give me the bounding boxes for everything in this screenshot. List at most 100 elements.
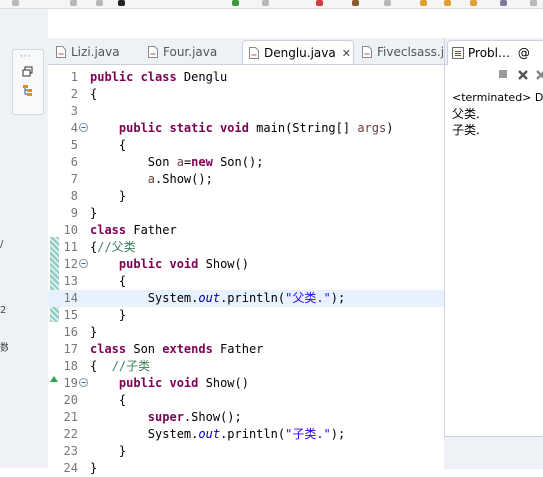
code-line[interactable]: 2{ <box>48 86 444 103</box>
hierarchy-view-icon[interactable] <box>22 84 34 96</box>
console-output-line: 子类. <box>452 123 480 137</box>
close-tab-icon[interactable]: ✕ <box>342 47 351 60</box>
code-line[interactable]: 6 Son a=new Son(); <box>48 154 444 171</box>
code-text: { <box>90 274 127 288</box>
javadoc-icon[interactable]: @ <box>518 46 530 60</box>
tab-lizi-java[interactable]: Lizi.java <box>56 40 142 64</box>
code-text: } <box>90 308 127 322</box>
dock-drag-handle[interactable]: ··· <box>20 52 32 62</box>
java-file-icon <box>362 46 372 58</box>
code-text: } <box>90 461 98 475</box>
code-text: { //子类 <box>90 359 151 373</box>
code-editor[interactable]: 1 public class Denglu 2{3 4 public static v… <box>48 65 444 475</box>
toolbar-icon[interactable] <box>316 0 323 6</box>
tab-fiveclsass-java[interactable]: Fiveclsass.j <box>362 40 444 64</box>
line-number: 13 <box>63 274 78 288</box>
tab-label: Lizi.java <box>71 45 120 59</box>
fold-toggle-icon[interactable] <box>79 259 88 268</box>
toolbar-icon[interactable] <box>70 0 77 6</box>
code-text: { <box>90 138 127 152</box>
code-text: } <box>90 444 127 458</box>
line-number: 3 <box>70 104 78 118</box>
code-line[interactable]: 19 public void Show() <box>48 375 444 392</box>
toolbar-icon[interactable] <box>12 0 19 6</box>
console-output-line: 父类. <box>452 107 480 121</box>
toolbar-icon[interactable] <box>232 0 239 6</box>
line-number: 20 <box>63 393 78 407</box>
terminated-label: <terminated> D <box>452 91 543 104</box>
code-text: System.out.println("父类."); <box>90 291 346 305</box>
code-line[interactable]: 9} <box>48 205 444 222</box>
code-text: super.Show(); <box>147 410 242 424</box>
code-line[interactable]: 18 { //子类 <box>48 358 444 375</box>
code-line[interactable]: 11 {//父类 <box>48 239 444 256</box>
code-line[interactable]: 3 <box>48 103 444 120</box>
console-toolbar <box>445 66 543 86</box>
line-number: 2 <box>70 87 78 101</box>
line-number: 14 <box>63 291 78 305</box>
editor-tab-bar: Lizi.java Four.java Denglu.java ✕ Fivecls… <box>48 38 444 65</box>
code-line[interactable]: 23 } <box>48 443 444 460</box>
tab-four-java[interactable]: Four.java <box>148 40 236 64</box>
toolbar-icon[interactable] <box>384 0 391 6</box>
code-line[interactable]: 10 class Father <box>48 222 444 239</box>
code-line[interactable]: 17 class Son extends Father <box>48 341 444 358</box>
line-number: 24 <box>63 461 78 475</box>
tab-label: Four.java <box>163 45 218 59</box>
code-line[interactable]: 22 System.out.println("子类."); <box>48 426 444 443</box>
toolbar-icon[interactable] <box>444 0 451 6</box>
left-glyph: 数 <box>0 343 8 354</box>
console-panel: Probl… @ <terminated> D 父类. 子类. <box>444 38 543 436</box>
main-toolbar <box>0 0 543 9</box>
toolbar-icon[interactable] <box>118 0 125 6</box>
code-text: } <box>90 189 127 203</box>
line-number: 19 <box>63 376 78 390</box>
code-text: public static void main(String[] args) <box>118 121 394 135</box>
tab-denglu-java[interactable]: Denglu.java ✕ <box>242 40 354 64</box>
toolbar-icon[interactable] <box>96 0 103 6</box>
line-number: 5 <box>70 138 78 152</box>
line-number: 21 <box>63 410 78 424</box>
code-line[interactable]: 21 super.Show(); <box>48 409 444 426</box>
code-text: class Father <box>90 223 177 237</box>
code-line[interactable]: 5 { <box>48 137 444 154</box>
code-line[interactable]: 7 a.Show(); <box>48 171 444 188</box>
toolbar-icon[interactable] <box>262 0 269 6</box>
toolbar-icon[interactable] <box>420 0 427 6</box>
panel-tab-bar: Probl… @ <box>445 38 543 65</box>
restore-icon[interactable] <box>22 66 34 78</box>
code-line[interactable]: 15 } <box>48 307 444 324</box>
code-line[interactable]: 8 } <box>48 188 444 205</box>
code-text: System.out.println("子类."); <box>90 427 346 441</box>
code-line[interactable]: 20 { <box>48 392 444 409</box>
left-glyph: / <box>0 239 4 250</box>
code-line[interactable]: 14 System.out.println("父类."); <box>48 290 444 307</box>
minimized-views-dock: ··· <box>12 49 44 115</box>
tab-problems[interactable]: Probl… @ <box>447 40 543 65</box>
left-trim: / 2 数 ··· <box>0 9 48 468</box>
code-line[interactable]: 24} <box>48 460 444 477</box>
toolbar-icon[interactable] <box>530 0 537 6</box>
remove-all-icon[interactable] <box>535 69 543 81</box>
code-line[interactable]: 16} <box>48 324 444 341</box>
line-number: 15 <box>63 308 78 322</box>
code-line[interactable]: 12 public void Show() <box>48 256 444 273</box>
fold-toggle-icon[interactable] <box>79 123 88 132</box>
line-number: 18 <box>63 359 78 373</box>
code-text: class Son extends Father <box>90 342 264 356</box>
toolbar-icon[interactable] <box>500 0 507 6</box>
toolbar-icon[interactable] <box>470 0 477 6</box>
code-text: public void Show() <box>118 257 249 271</box>
line-number: 4 <box>70 121 78 135</box>
code-line[interactable]: 1 public class Denglu <box>48 69 444 86</box>
code-text: } <box>90 206 98 220</box>
code-line[interactable]: 13 { <box>48 273 444 290</box>
terminate-icon[interactable] <box>497 69 509 81</box>
toolbar-icon[interactable] <box>352 0 359 6</box>
line-number: 23 <box>63 444 78 458</box>
code-line[interactable]: 4 public static void main(String[] args) <box>48 120 444 137</box>
code-text: { <box>90 87 98 101</box>
left-glyph: 2 <box>0 305 7 316</box>
remove-launch-icon[interactable] <box>517 69 529 81</box>
fold-toggle-icon[interactable] <box>79 378 88 387</box>
